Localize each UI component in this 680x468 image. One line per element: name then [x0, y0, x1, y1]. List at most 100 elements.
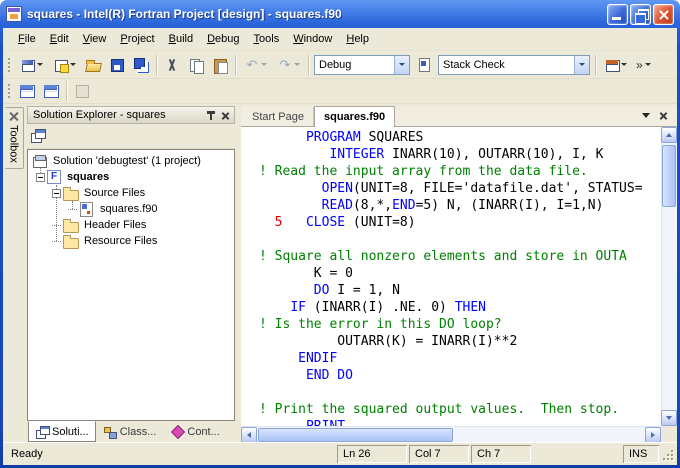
menu-item-help[interactable]: Help: [339, 30, 376, 48]
chevron-down-icon: [294, 63, 300, 66]
tree-item-solution-debugtest-1-project[interactable]: Solution 'debugtest' (1 project): [28, 153, 234, 169]
stack-check-value: Stack Check: [443, 59, 570, 71]
horizontal-scrollbar[interactable]: [241, 426, 661, 442]
chevron-down-icon: [579, 63, 585, 66]
menu-item-tools[interactable]: Tools: [247, 30, 287, 48]
grid-window-button-2[interactable]: [39, 80, 63, 102]
secondary-toolbar: [3, 79, 677, 104]
tree-rows: Solution 'debugtest' (1 project) Fsquares…: [28, 153, 234, 249]
window-controls: [607, 4, 674, 25]
open-file-button[interactable]: [81, 54, 105, 76]
toolbar-separator: [235, 55, 236, 75]
add-item-button[interactable]: [48, 54, 81, 76]
properties-windows-icon[interactable]: [29, 127, 47, 145]
code-line: DO I = 1, N: [259, 282, 661, 299]
panel-tab-solution-explorer[interactable]: Soluti...: [28, 421, 96, 442]
combo-dropdown-button[interactable]: [574, 56, 589, 74]
minimize-button[interactable]: [607, 4, 628, 25]
chevron-right-icon: »: [636, 58, 643, 72]
panel-tab-contents[interactable]: Cont...: [163, 421, 226, 442]
horizontal-scroll-thumb[interactable]: [258, 428, 453, 442]
save-all-button[interactable]: [129, 54, 153, 76]
toolbar-grip[interactable]: [7, 56, 11, 74]
tree-item-squares[interactable]: Fsquares: [28, 169, 234, 185]
status-char-number: Ch 7: [471, 445, 531, 463]
redo-button[interactable]: ↷: [272, 54, 305, 76]
menu-item-debug[interactable]: Debug: [200, 30, 246, 48]
panel-tab-class-view[interactable]: Class...: [96, 421, 164, 442]
application-icon[interactable]: [6, 6, 22, 22]
tree-item-label: squares.f90: [98, 203, 159, 215]
tree-item-squares-f90[interactable]: squares.f90: [28, 201, 234, 217]
tool-window-tabs: Soluti...Class... Cont...: [27, 421, 235, 442]
code-line: ENDIF: [259, 350, 661, 367]
arrow-down-icon: [666, 416, 672, 420]
vertical-scrollbar[interactable]: [661, 127, 677, 426]
tabstrip-controls: [642, 109, 677, 126]
pin-icon[interactable]: [204, 109, 217, 122]
code-line: IF (INARR(I) .NE. 0) THEN: [259, 299, 661, 316]
document-list-dropdown-icon[interactable]: [642, 113, 650, 118]
tree-item-source-files[interactable]: Source Files: [28, 185, 234, 201]
disabled-tool-button[interactable]: [70, 80, 94, 102]
toolbox-tab[interactable]: Toolbox: [5, 107, 24, 169]
scroll-up-button[interactable]: [661, 127, 677, 143]
tree-item-header-files[interactable]: Header Files: [28, 217, 234, 233]
folder-icon: [63, 218, 78, 232]
menu-item-project[interactable]: Project: [113, 30, 161, 48]
solution-explorer-title: Solution Explorer - squares: [33, 109, 204, 121]
vertical-scroll-thumb[interactable]: [662, 145, 676, 207]
scroll-right-button[interactable]: [645, 427, 661, 442]
toolbar-grip[interactable]: [7, 82, 11, 100]
toolbar-separator: [308, 55, 309, 75]
restore-button[interactable]: [630, 4, 651, 25]
solution-tree[interactable]: Solution 'debugtest' (1 project) Fsquares…: [27, 149, 235, 421]
close-panel-icon[interactable]: [219, 109, 232, 122]
menu-item-window[interactable]: Window: [286, 30, 339, 48]
document-tab-start-page[interactable]: Start Page: [243, 107, 314, 126]
code-line: ! Is the error in this DO loop?: [259, 316, 661, 333]
floppy-disk-icon: [109, 57, 125, 73]
add-item-icon: [53, 57, 69, 73]
stack-check-combo[interactable]: Stack Check: [438, 55, 590, 75]
properties-window-button[interactable]: [599, 54, 632, 76]
cut-button[interactable]: [160, 54, 184, 76]
tree-expander-icon[interactable]: [52, 189, 61, 198]
new-project-icon: [20, 57, 36, 73]
new-project-button[interactable]: [15, 54, 48, 76]
resize-grip[interactable]: [661, 446, 675, 462]
save-button[interactable]: [105, 54, 129, 76]
combo-dropdown-button[interactable]: [394, 56, 409, 74]
scroll-down-button[interactable]: [661, 410, 677, 426]
close-button[interactable]: [653, 4, 674, 25]
title-bar[interactable]: squares - Intel(R) Fortran Project [desi…: [3, 0, 677, 28]
paste-button[interactable]: [208, 54, 232, 76]
menu-item-edit[interactable]: Edit: [43, 30, 76, 48]
compile-options-button[interactable]: [412, 54, 436, 76]
code-editor[interactable]: PROGRAM SQUARES INTEGER INARR(10), OUTAR…: [241, 127, 661, 426]
menu-item-view[interactable]: View: [76, 30, 114, 48]
document-tab-squares-f90[interactable]: squares.f90: [314, 106, 395, 127]
scrollbar-corner: [661, 426, 677, 442]
redo-icon: ↷: [277, 57, 293, 73]
window-title: squares - Intel(R) Fortran Project [desi…: [27, 7, 342, 21]
menu-item-file[interactable]: File: [11, 30, 43, 48]
code-line: [259, 231, 661, 248]
tree-item-label: Solution 'debugtest' (1 project): [51, 155, 203, 167]
tree-item-resource-files[interactable]: Resource Files: [28, 233, 234, 249]
close-document-icon[interactable]: [657, 109, 670, 122]
scroll-left-button[interactable]: [241, 427, 257, 442]
undo-icon: ↶: [244, 57, 260, 73]
toolbar-overflow-chevron[interactable]: »: [632, 58, 655, 72]
toolbar-separator: [66, 81, 67, 101]
panel-tab-label: Cont...: [187, 426, 219, 438]
menu-item-build[interactable]: Build: [162, 30, 200, 48]
grid-window-button-1[interactable]: [15, 80, 39, 102]
solution-config-combo[interactable]: Debug: [314, 55, 410, 75]
copy-button[interactable]: [184, 54, 208, 76]
undo-button[interactable]: ↶: [239, 54, 272, 76]
tree-expander-icon[interactable]: [36, 173, 45, 182]
client-area: FileEditViewProjectBuildDebugToolsWindow…: [3, 28, 677, 465]
solution-explorer-titlebar[interactable]: Solution Explorer - squares: [27, 106, 235, 124]
tree-connector: [72, 201, 73, 209]
